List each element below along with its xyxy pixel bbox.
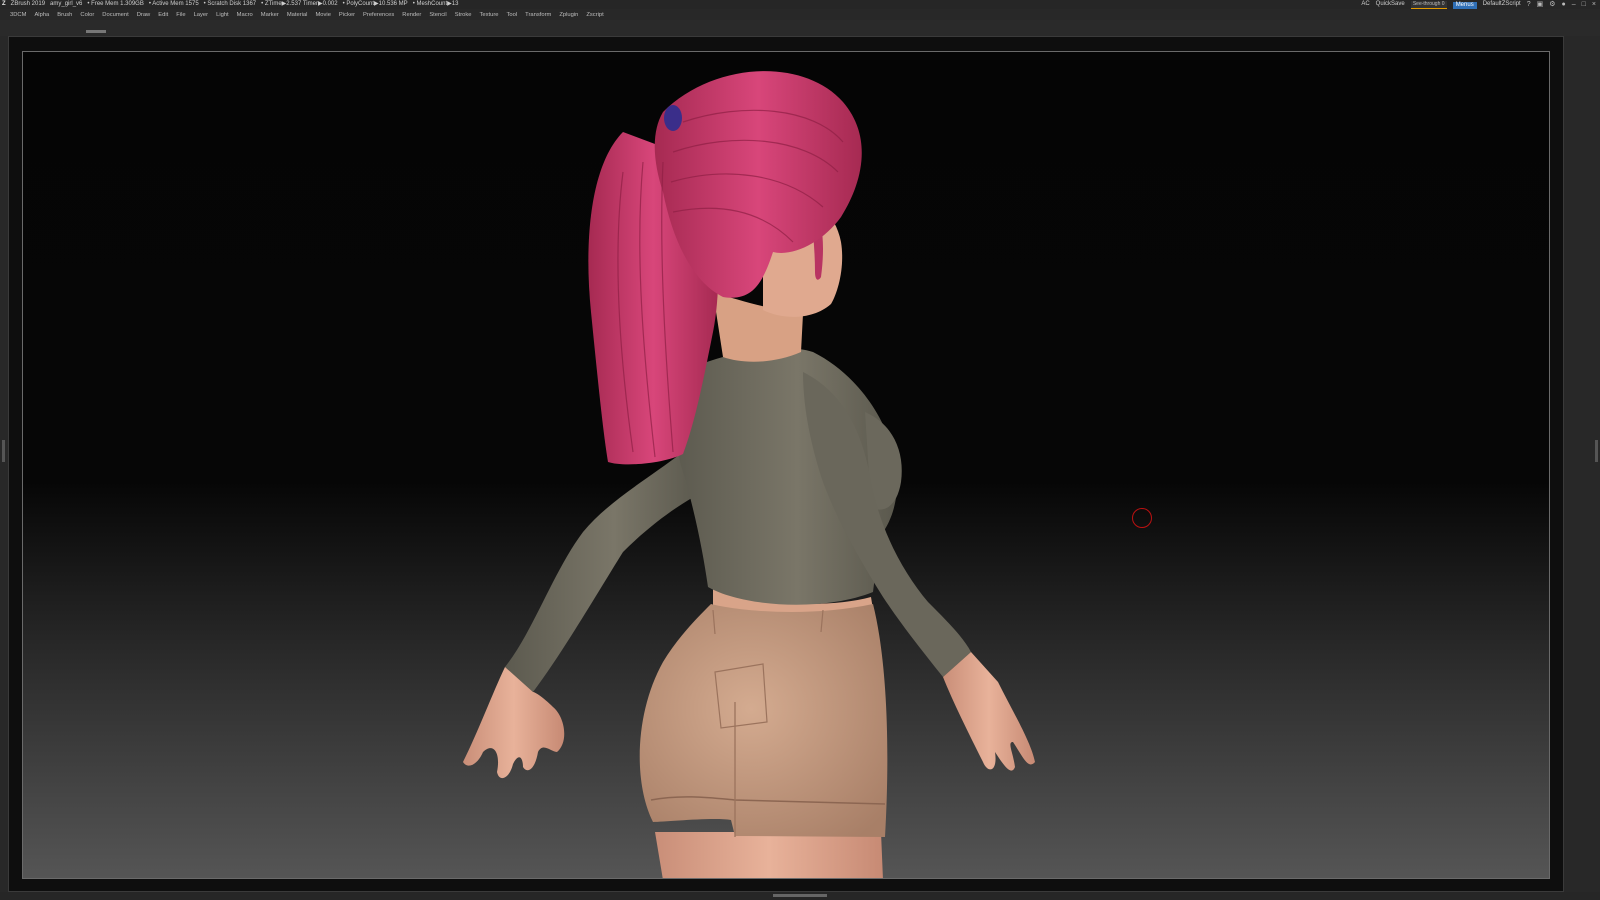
menu-draw[interactable]: Draw	[133, 10, 155, 20]
ac-button[interactable]: AC	[1361, 0, 1369, 9]
shelf-drag-handle[interactable]	[86, 30, 106, 33]
right-hand	[943, 652, 1035, 771]
bottom-shelf	[0, 892, 1600, 900]
menu-color[interactable]: Color	[76, 10, 98, 20]
help-icon[interactable]: ?	[1527, 0, 1531, 9]
menu-brush[interactable]: Brush	[53, 10, 76, 20]
left-hand	[463, 667, 565, 779]
menu-bar: 3DCM Alpha Brush Color Document Draw Edi…	[0, 10, 1600, 20]
menu-material[interactable]: Material	[283, 10, 312, 20]
quicksave-button[interactable]: QuickSave	[1376, 0, 1405, 9]
menu-file[interactable]: File	[172, 10, 189, 20]
polycount: • PolyCount▶10.536 MP	[342, 1, 408, 7]
menu-zplugin[interactable]: Zplugin	[555, 10, 582, 20]
title-bar: Z ZBrush 2019 amy_girl_v6 • Free Mem 1.3…	[0, 0, 1600, 9]
leg-skin	[655, 832, 883, 878]
app-name: ZBrush 2019	[10, 1, 46, 7]
menu-preferences[interactable]: Preferences	[359, 10, 398, 20]
menu-layer[interactable]: Layer	[190, 10, 213, 20]
meshcount: • MeshCount▶13	[412, 1, 459, 7]
default-script-button[interactable]: DefaultZScript	[1483, 0, 1521, 9]
menu-texture[interactable]: Texture	[475, 10, 502, 20]
top-shelf	[0, 20, 1600, 36]
settings-icon[interactable]: ⚙	[1549, 0, 1555, 9]
see-through-label: See-through	[1412, 1, 1441, 7]
scratch-disk: • Scratch Disk 1367	[203, 1, 257, 7]
layout-icon[interactable]: ▣	[1537, 0, 1544, 9]
left-tray-toggle[interactable]	[2, 440, 5, 462]
see-through-value: 0	[1441, 1, 1445, 7]
brush-cursor	[1132, 508, 1152, 528]
menu-transform[interactable]: Transform	[521, 10, 555, 20]
shorts	[639, 604, 888, 837]
ztime: • ZTime▶2.537 Timer▶0.002	[261, 1, 338, 7]
character-model	[463, 71, 1035, 878]
minimize-icon[interactable]: –	[1572, 0, 1576, 9]
menu-tool[interactable]: Tool	[503, 10, 522, 20]
close-icon[interactable]: ×	[1592, 0, 1596, 9]
maximize-icon[interactable]: □	[1582, 0, 1586, 9]
see-through-slider[interactable]: See-through 0	[1410, 1, 1447, 9]
menu-picker[interactable]: Picker	[335, 10, 359, 20]
menu-macro[interactable]: Macro	[233, 10, 257, 20]
file-name: amy_girl_v6	[50, 1, 83, 7]
menu-stencil[interactable]: Stencil	[425, 10, 450, 20]
menu-zscript[interactable]: Zscript	[582, 10, 607, 20]
menus-button[interactable]: Menus	[1452, 1, 1477, 9]
sculpt-render	[463, 71, 1035, 878]
zbrush-logo-icon[interactable]: Z	[2, 0, 6, 9]
menu-render[interactable]: Render	[398, 10, 425, 20]
hair-tie	[664, 105, 682, 131]
bottom-shelf-drag-handle[interactable]	[773, 894, 827, 897]
menu-marker[interactable]: Marker	[257, 10, 283, 20]
menu-movie[interactable]: Movie	[311, 10, 334, 20]
document-canvas[interactable]	[22, 51, 1550, 879]
active-mem: • Active Mem 1575	[148, 1, 199, 7]
menu-stroke[interactable]: Stroke	[451, 10, 476, 20]
lock-icon[interactable]: ●	[1562, 0, 1566, 9]
menu-light[interactable]: Light	[212, 10, 233, 20]
free-mem: • Free Mem 1.309GB	[87, 1, 144, 7]
menu-document[interactable]: Document	[98, 10, 132, 20]
menu-alpha[interactable]: Alpha	[30, 10, 53, 20]
menu-edit[interactable]: Edit	[154, 10, 172, 20]
menu-3dcm[interactable]: 3DCM	[6, 10, 30, 20]
right-tray-toggle[interactable]	[1595, 440, 1598, 462]
